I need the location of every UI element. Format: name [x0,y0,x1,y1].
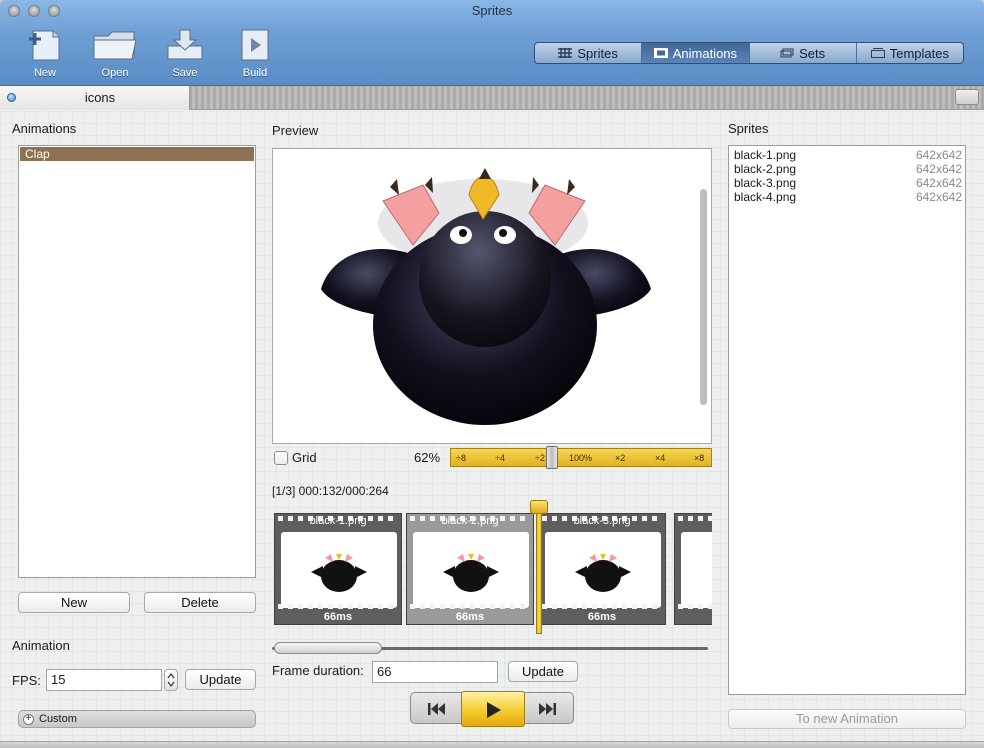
zoom-value: 62% [414,450,441,465]
frame-duration-label: Frame duration: [272,663,364,678]
frame-thumbnail-image [575,554,631,592]
new-button[interactable]: New [15,28,75,79]
play-icon [487,702,501,718]
keyboard-icon[interactable] [955,89,979,105]
grid-label: Grid [292,450,317,465]
zoom-slider-knob[interactable] [546,446,558,469]
zoom-tick: ×4 [655,453,666,463]
template-icon [870,48,885,58]
new-document-icon [29,30,60,61]
frame-thumbnail [681,532,712,608]
frame-item[interactable]: black-1.png 66ms [274,513,402,625]
sprites-list[interactable]: black-1.png 642x642 black-2.png 642x642 bl… [728,145,966,695]
animations-list[interactable]: Clap [18,145,256,578]
playhead[interactable] [536,500,542,634]
skip-to-end-icon[interactable] [537,702,557,716]
timeline-position: [1/3] 000:132/000:264 [272,484,389,498]
view-tab-sets[interactable]: Sets [750,43,857,63]
app-window: Sprites New Open Save Build Sprites Anim… [0,0,984,748]
play-button[interactable] [461,691,525,727]
delete-animation-button[interactable]: Delete [144,592,256,613]
sprite-preview-image [321,168,651,425]
zoom-tick: 100% [569,453,593,463]
stepper-arrows-icon [167,673,175,687]
list-item[interactable]: black-3.png 642x642 [729,176,965,190]
window-bottom-edge [0,741,984,748]
fps-input[interactable]: 15 [46,669,162,691]
skip-to-start-icon[interactable] [427,702,447,716]
plus-icon: + [23,714,34,725]
film-perforation [542,604,662,609]
list-item[interactable]: black-4.png 642x642 [729,190,965,204]
timeline-scroll-thumb[interactable] [274,642,382,654]
preview-scrollbar[interactable] [700,189,707,405]
folder-icon [93,31,137,60]
zoom-tick: ÷8 [456,453,466,463]
save-tray-icon [167,29,203,60]
list-item[interactable]: Clap [20,147,254,161]
list-item[interactable]: black-2.png 642x642 [729,162,965,176]
frame-duration-input[interactable]: 66 [372,661,498,683]
frame-thumbnail-image [311,554,367,592]
fps-label: FPS: [12,673,41,688]
custom-disclosure[interactable]: + Custom [18,710,256,728]
zoom-tick: ×8 [694,453,705,463]
film-perforation [678,516,712,521]
playhead-handle[interactable] [530,500,548,514]
layers-icon [780,48,794,58]
transport-controls [410,691,574,727]
frame-thumbnail-image [443,554,499,592]
frame-duration-update-button[interactable]: Update [508,661,578,682]
grid-icon [558,48,573,58]
frame-thumbnail [413,532,529,608]
sprites-heading: Sprites [728,121,769,136]
frame-item[interactable]: black-2.png 66ms [406,513,534,625]
film-perforation [278,604,398,609]
build-play-icon [241,29,269,61]
frame-item-partial[interactable] [674,513,712,625]
to-new-animation-button[interactable]: To new Animation [728,709,966,729]
frame-thumbnail [281,532,397,608]
view-tab-templates[interactable]: Templates [857,43,963,63]
frame-item[interactable]: black-3.png 66ms [538,513,666,625]
fps-stepper[interactable] [164,669,178,691]
new-animation-button[interactable]: New [18,592,130,613]
zoom-tick: ÷4 [495,453,505,463]
toolbar: Sprites New Open Save Build Sprites Anim… [0,0,984,86]
document-tab-bar: icons [0,86,984,110]
film-perforation [410,604,530,609]
view-tab-sprites[interactable]: Sprites [535,43,643,63]
open-button[interactable]: Open [85,28,145,79]
view-switcher: Sprites Animations Sets Templates [534,42,964,64]
filmstrip-icon [653,48,668,58]
frame-thumbnail [545,532,661,608]
preview-canvas[interactable] [272,148,712,444]
list-item[interactable]: black-1.png 642x642 [729,148,965,162]
animations-heading: Animations [12,121,77,136]
zoom-tick: ÷2 [535,453,545,463]
zoom-ruler[interactable]: ÷8 ÷4 ÷2 100% ×2 ×4 ×8 [450,446,712,469]
preview-heading: Preview [272,123,319,138]
window-title: Sprites [471,3,513,18]
document-tab-icons[interactable]: icons [0,86,190,110]
fps-update-button[interactable]: Update [185,669,256,690]
film-perforation [678,604,712,609]
filmstrip[interactable]: black-1.png 66ms black-2.png 66ms black-… [274,513,712,625]
timeline-scrollbar[interactable] [272,642,708,654]
zoom-tick: ×2 [615,453,626,463]
save-button[interactable]: Save [155,28,215,79]
build-button[interactable]: Build [225,28,285,79]
animation-heading: Animation [12,638,70,653]
grid-checkbox[interactable] [274,451,288,465]
view-tab-animations[interactable]: Animations [642,43,750,63]
